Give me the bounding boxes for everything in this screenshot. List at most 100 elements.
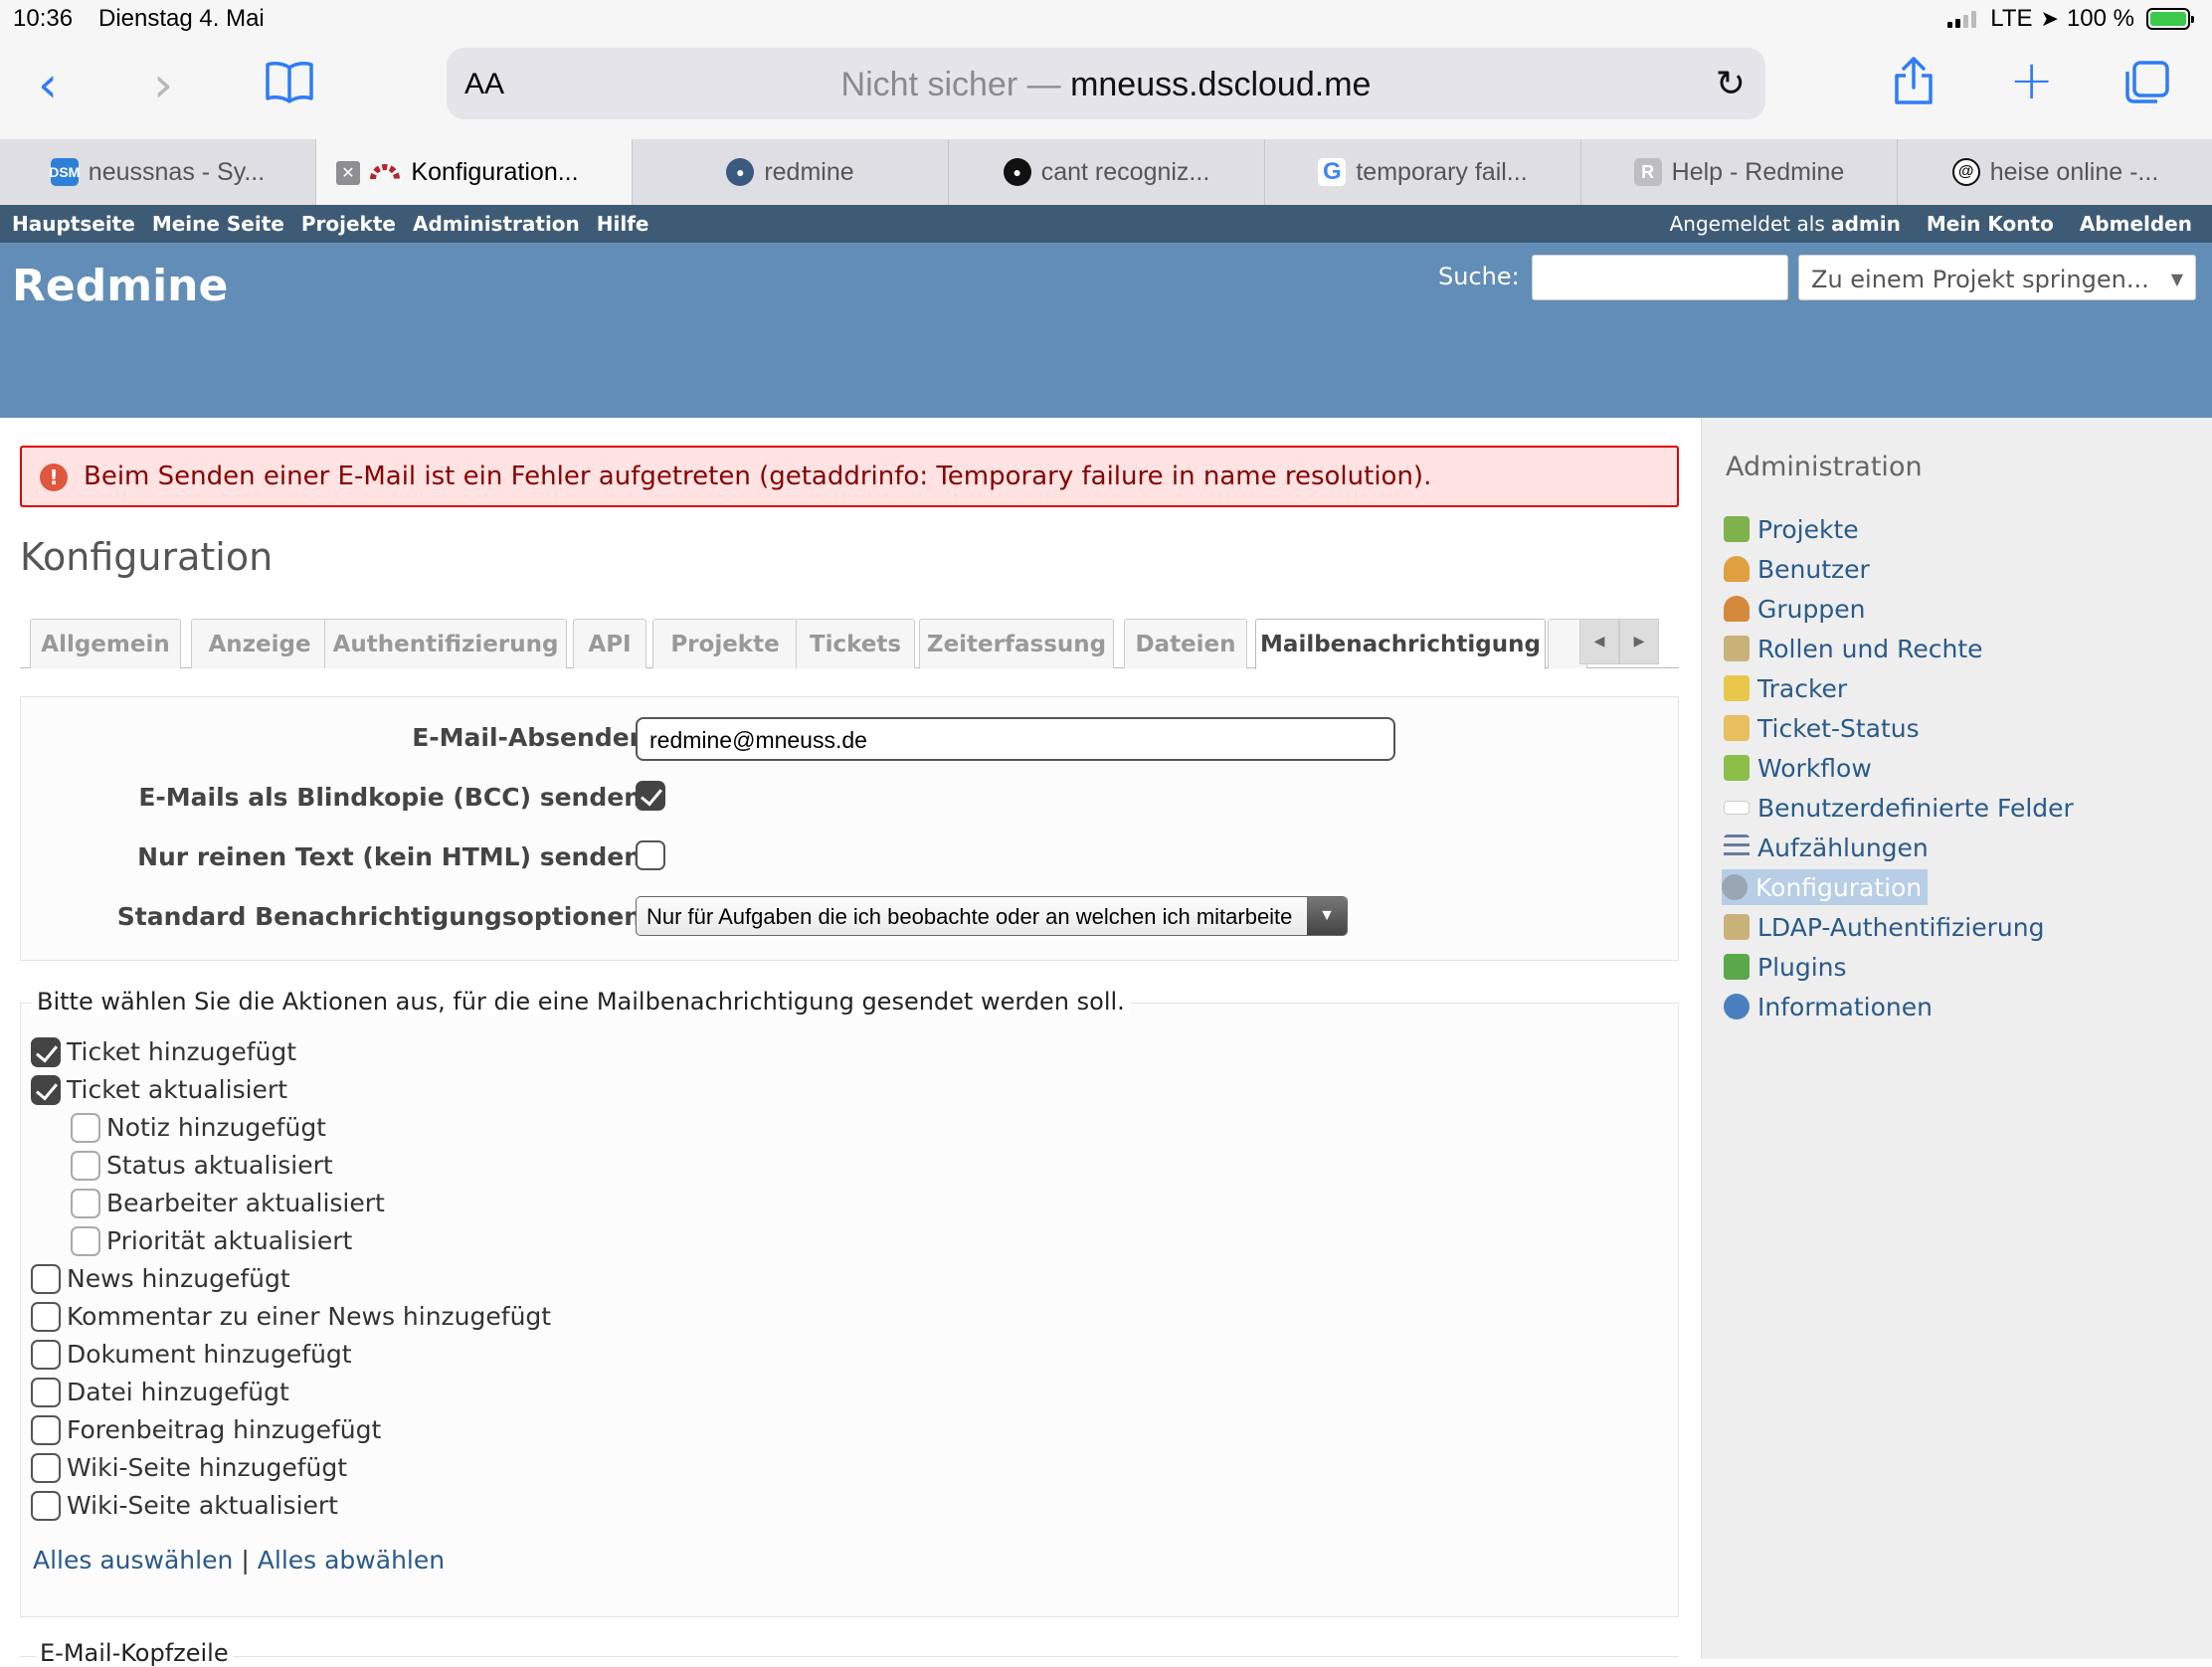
menu-meine-seite[interactable]: Meine Seite	[152, 212, 284, 236]
dsm-icon: DSM	[49, 158, 80, 186]
sidebar-item-label: Benutzer	[1757, 554, 1870, 584]
sidebar-item-ticket-status[interactable]: Ticket-Status	[1724, 710, 1920, 746]
sidebar-item-label: Tracker	[1757, 673, 1848, 703]
checkbox[interactable]	[31, 1415, 61, 1445]
default-notification-select[interactable]: Nur für Aufgaben die ich beobachte oder …	[636, 896, 1348, 936]
deselect-all-link[interactable]: Alles abwählen	[258, 1546, 445, 1574]
sidebar-item-aufzaehlungen[interactable]: Aufzählungen	[1724, 830, 1929, 865]
search-input[interactable]	[1532, 255, 1788, 300]
sidebar-item-gruppen[interactable]: Gruppen	[1724, 591, 1865, 627]
bcc-label: E-Mails als Blindkopie (BCC) senden	[138, 783, 642, 812]
browser-tab-neussnas[interactable]: DSM neussnas - Sy...	[0, 139, 316, 205]
tab-mailbenachrichtigung[interactable]: Mailbenachrichtigung	[1255, 619, 1546, 669]
forward-icon[interactable]: ›	[153, 60, 173, 109]
back-icon[interactable]: ‹	[38, 60, 58, 109]
tabs-overview-icon[interactable]	[2122, 60, 2170, 108]
sidebar-item-label: Workflow	[1757, 753, 1872, 783]
tab-tickets[interactable]: Tickets	[796, 619, 915, 668]
network-label: LTE	[1990, 5, 2033, 32]
logged-user[interactable]: admin	[1831, 212, 1901, 236]
error-icon: !	[40, 463, 68, 491]
menu-hauptseite[interactable]: Hauptseite	[12, 212, 135, 236]
email-header-legend: E-Mail-Kopfzeile	[36, 1639, 233, 1667]
plain-text-checkbox[interactable]	[636, 840, 665, 870]
sidebar-item-workflow[interactable]: Workflow	[1724, 750, 1872, 786]
bcc-checkbox[interactable]	[636, 781, 665, 811]
sidebar-item-konfiguration[interactable]: Konfiguration	[1722, 869, 1929, 905]
sidebar-item-label: Gruppen	[1757, 594, 1866, 624]
sender-row: E-Mail-Absender redmine@mneuss.de	[21, 717, 1680, 761]
project-jump-select[interactable]: Zu einem Projekt springen... ▼	[1798, 255, 2196, 300]
browser-tab-github[interactable]: ● cant recogniz...	[949, 139, 1265, 205]
sidebar-item-label: Aufzählungen	[1757, 833, 1929, 862]
menu-hilfe[interactable]: Hilfe	[597, 212, 649, 236]
browser-tab-help-redmine[interactable]: R Help - Redmine	[1581, 139, 1898, 205]
tab-dateien[interactable]: Dateien	[1124, 619, 1247, 668]
sidebar-item-rollen[interactable]: Rollen und Rechte	[1724, 631, 1983, 666]
tab-scroll-buttons: ◀ ▶	[1579, 619, 1659, 664]
sender-email-input[interactable]: redmine@mneuss.de	[636, 717, 1395, 761]
checkbox[interactable]	[71, 1189, 100, 1218]
action-label: Ticket hinzugefügt	[67, 1037, 297, 1066]
chevron-down-icon: ▼	[1307, 897, 1347, 935]
select-all-link[interactable]: Alles auswählen	[33, 1546, 233, 1574]
sidebar-item-label: Informationen	[1757, 992, 1933, 1021]
checkbox[interactable]	[31, 1264, 61, 1294]
tab-anzeige[interactable]: Anzeige	[191, 619, 328, 668]
share-icon[interactable]	[1892, 56, 1936, 108]
browser-tab-redmine[interactable]: ● redmine	[633, 139, 949, 205]
sidebar-item-tracker[interactable]: Tracker	[1724, 670, 1847, 706]
ticket-status-icon	[1724, 715, 1750, 741]
action-label: Status aktualisiert	[106, 1151, 333, 1180]
menu-mein-konto[interactable]: Mein Konto	[1927, 212, 2054, 236]
sidebar-item-label: Projekte	[1757, 514, 1859, 544]
location-icon: ➤	[2040, 6, 2059, 31]
sidebar-item-projekte[interactable]: Projekte	[1724, 511, 1859, 547]
sidebar-item-benutzer[interactable]: Benutzer	[1724, 551, 1870, 587]
sidebar-item-plugins[interactable]: Plugins	[1724, 949, 1847, 985]
checkbox[interactable]	[31, 1302, 61, 1332]
tab-api[interactable]: API	[573, 619, 646, 668]
tab-projekte[interactable]: Projekte	[652, 619, 798, 668]
site-title[interactable]: Redmine	[12, 261, 228, 311]
sidebar-item-informationen[interactable]: Informationen	[1724, 989, 1933, 1024]
bookmarks-icon[interactable]	[265, 60, 314, 106]
reload-icon[interactable]: ↻	[1716, 64, 1746, 104]
checkbox[interactable]	[31, 1378, 61, 1407]
close-tab-icon[interactable]: ✕	[336, 161, 360, 185]
tab-scroll-left-icon[interactable]: ◀	[1579, 619, 1619, 664]
browser-tab-google[interactable]: G temporary fail...	[1265, 139, 1581, 205]
error-message: Beim Senden einer E-Mail ist ein Fehler …	[84, 462, 1432, 491]
browser-toolbar: ‹ › AA Nicht sicher — mneuss.dscloud.me …	[0, 40, 2212, 139]
address-bar[interactable]: AA Nicht sicher — mneuss.dscloud.me ↻	[447, 48, 1765, 119]
group-icon	[1724, 596, 1750, 622]
google-icon: G	[1318, 158, 1347, 186]
menu-administration[interactable]: Administration	[413, 212, 580, 236]
menu-abmelden[interactable]: Abmelden	[2080, 212, 2192, 236]
tab-authentifizierung[interactable]: Authentifizierung	[324, 619, 567, 668]
menu-projekte[interactable]: Projekte	[301, 212, 396, 236]
checkbox[interactable]	[71, 1226, 100, 1256]
action-label: Kommentar zu einer News hinzugefügt	[67, 1302, 552, 1331]
status-right: LTE ➤ 100 %	[1947, 5, 2194, 33]
tab-allgemein[interactable]: Allgemein	[30, 619, 181, 668]
new-tab-icon[interactable]: +	[2009, 54, 2054, 107]
checkbox[interactable]	[71, 1113, 100, 1143]
checkbox[interactable]	[31, 1453, 61, 1483]
tab-scroll-right-icon[interactable]: ▶	[1619, 619, 1659, 664]
tab-zeiterfassung[interactable]: Zeiterfassung	[919, 619, 1114, 668]
checkbox[interactable]	[31, 1340, 61, 1370]
sender-label: E-Mail-Absender	[412, 723, 642, 752]
browser-tab-heise[interactable]: @ heise online -...	[1898, 139, 2212, 205]
checkbox[interactable]	[31, 1075, 61, 1105]
action-label: Bearbeiter aktualisiert	[106, 1189, 385, 1217]
tab-label: redmine	[764, 157, 854, 186]
browser-tab-konfiguration[interactable]: ✕ Konfiguration...	[316, 139, 633, 205]
checkbox[interactable]	[71, 1151, 100, 1181]
info-icon	[1724, 994, 1750, 1019]
mail-settings-box: E-Mail-Absender redmine@mneuss.de E-Mail…	[20, 696, 1679, 961]
checkbox[interactable]	[31, 1491, 61, 1521]
checkbox[interactable]	[31, 1037, 61, 1067]
sidebar-item-custom-fields[interactable]: Benutzerdefinierte Felder	[1724, 790, 2074, 826]
sidebar-item-ldap[interactable]: LDAP-Authentifizierung	[1724, 909, 2044, 945]
